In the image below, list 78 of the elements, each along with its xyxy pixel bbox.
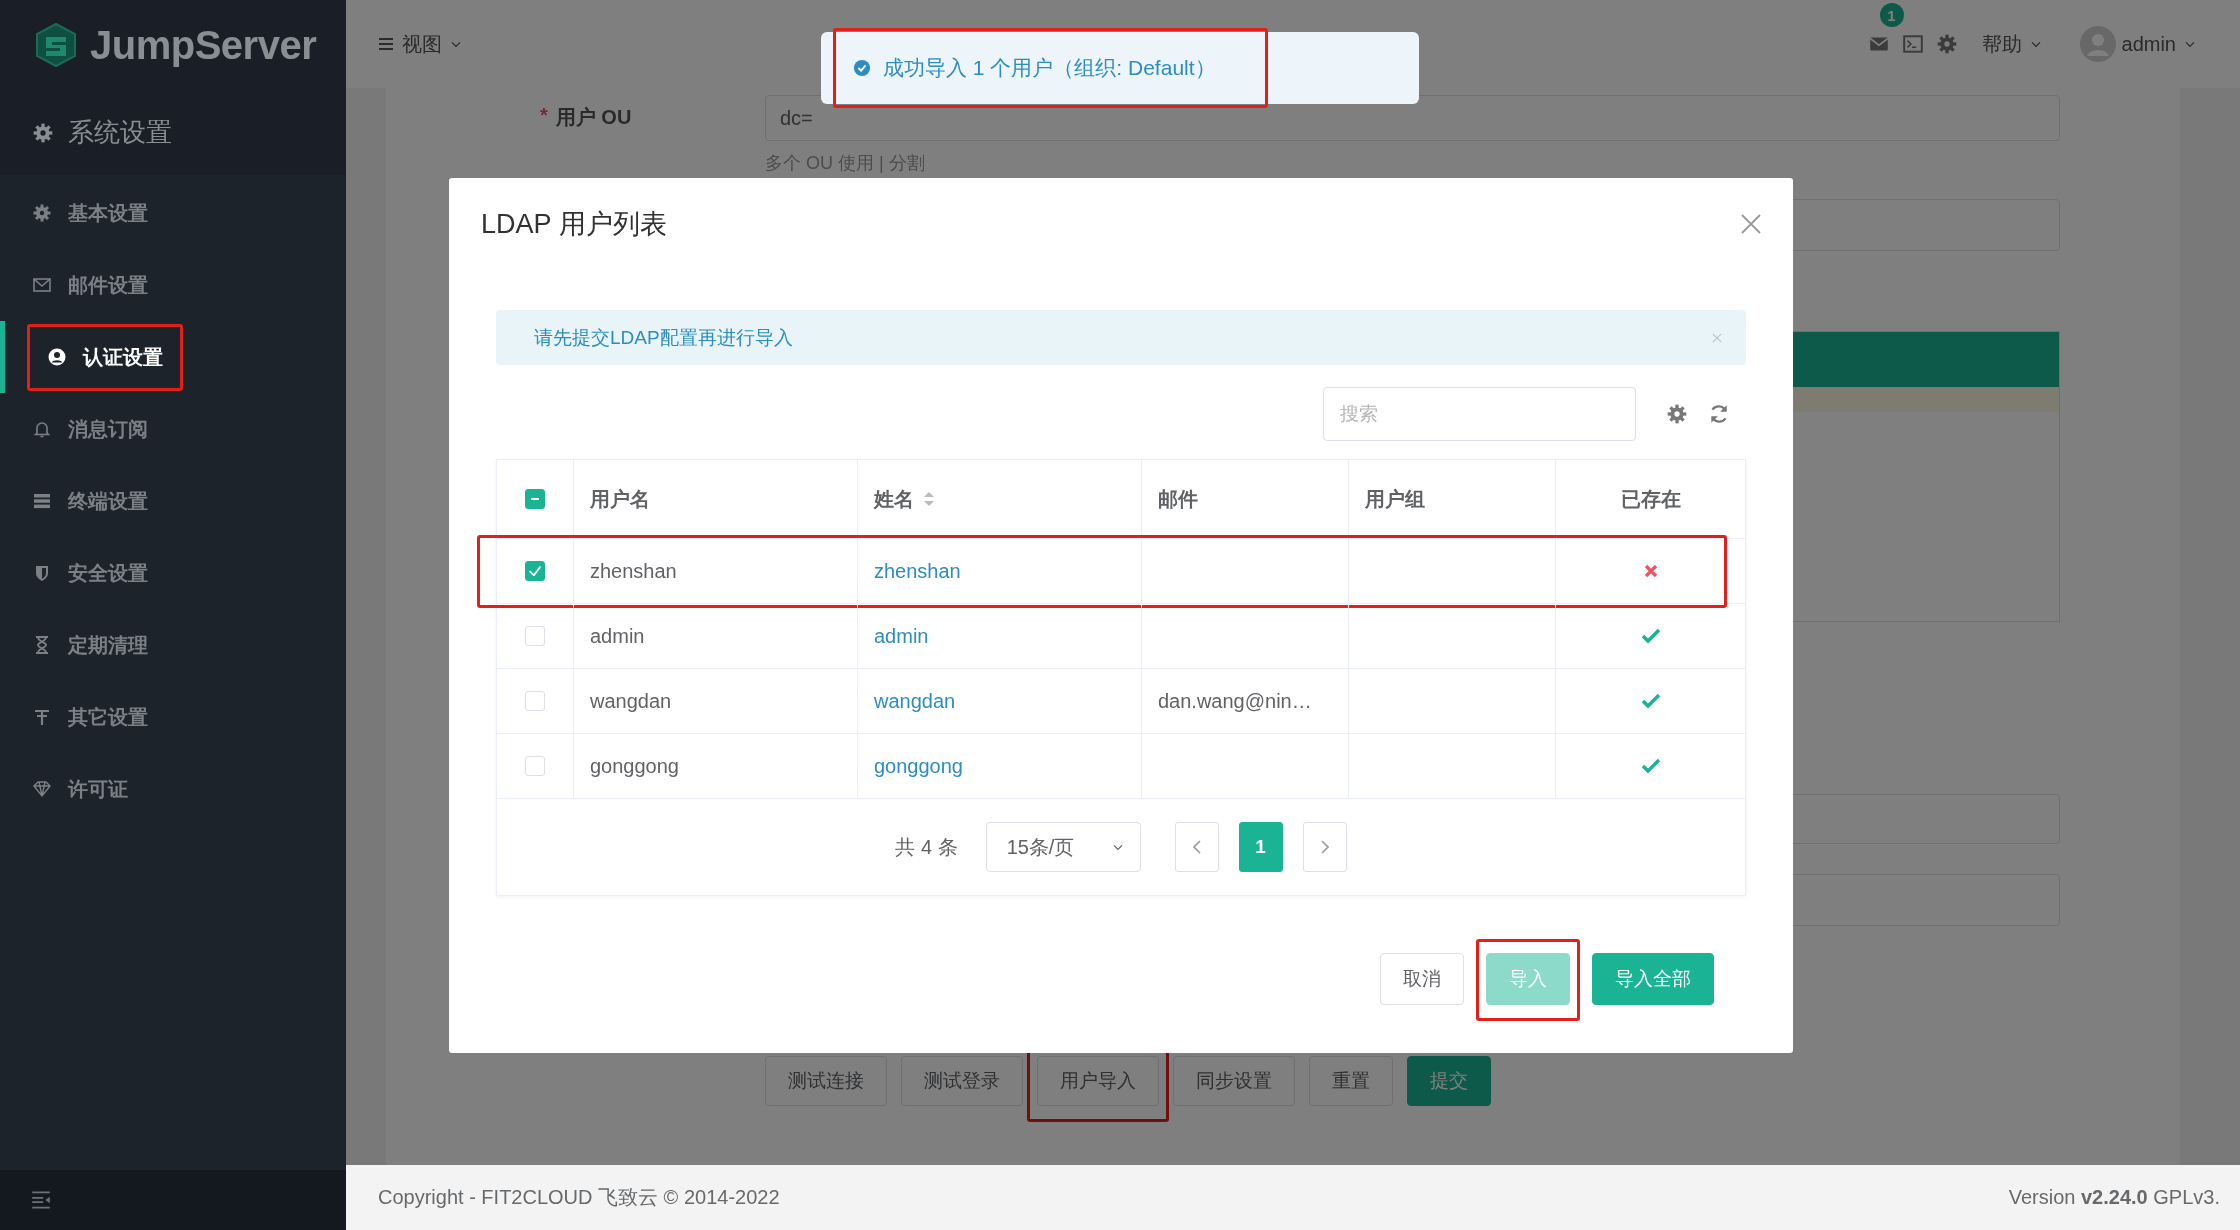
terminal-button[interactable] [1901,33,1924,55]
sidebar-item[interactable]: 其它设置 [0,681,346,753]
minus-icon [531,498,539,500]
name-link[interactable]: gonggong [874,754,963,778]
dialog-button[interactable]: 导入全部 [1592,953,1714,1005]
table-cell: wangdan [590,689,672,713]
close-button[interactable] [1739,212,1763,236]
close-icon [1739,212,1763,236]
table-cell: gonggong [590,754,679,778]
row-checkbox[interactable] [525,561,545,581]
column-header: 邮件 [1158,486,1198,512]
sidebar-item[interactable]: 终端设置 [0,465,346,537]
refresh-button[interactable] [1708,403,1730,425]
alert-text: 请先提交LDAP配置再进行导入 [534,325,793,350]
table-row[interactable]: gonggong gonggong [497,734,1745,799]
checkmark-icon [529,566,541,576]
chevron-left-icon [1192,840,1201,854]
terminal-icon [1901,33,1924,55]
gear-icon [1935,33,1958,55]
version-text: Version v2.24.0 GPLv3. [2008,1186,2220,1209]
previous-page-button[interactable] [1174,822,1219,872]
collapse-menu-button[interactable] [30,1189,52,1211]
form-button[interactable]: 重置 [1309,1056,1393,1106]
dialog-title: LDAP 用户列表 [481,208,667,241]
view-menu[interactable]: 视图 [376,30,464,58]
table-row[interactable]: zhenshan zhenshan [497,539,1745,604]
total-count: 共 4 条 [895,834,958,860]
sidebar-item[interactable]: 邮件设置 [0,249,346,321]
sidebar-item[interactable]: 安全设置 [0,537,346,609]
user-circle-icon [47,347,67,367]
copyright-text: Copyright - FIT2CLOUD 飞致云 © 2014-2022 [378,1185,780,1210]
table-cell: dan.wang@nin… [1158,689,1312,713]
page-button[interactable]: 1 [1238,822,1283,872]
column-header: 已存在 [1620,486,1681,512]
name-link[interactable]: wangdan [874,689,956,713]
select-all-checkbox[interactable] [525,489,545,509]
server-icon [32,491,52,511]
form-button[interactable]: 提交 [1407,1056,1491,1106]
bell-icon [32,419,52,439]
table-row[interactable]: admin admin [497,604,1745,669]
table-cell: admin [590,624,645,648]
search-field[interactable]: 搜索 [1323,387,1636,441]
table-cell: zhenshan [590,559,677,583]
table-row[interactable]: wangdan wangdan dan.wang@nin… [497,669,1745,734]
form-button[interactable]: 同步设置 [1173,1056,1295,1106]
next-page-button[interactable] [1302,822,1347,872]
column-header: 用户名 [590,486,650,512]
column-header: 用户组 [1365,486,1425,512]
sidebar-item[interactable]: 许可证 [0,753,346,825]
dialog-button[interactable]: 取消 [1380,953,1464,1005]
column-header[interactable]: 姓名 [874,485,936,513]
form-button[interactable]: 用户导入 [1037,1056,1159,1106]
form-button[interactable]: 测试登录 [901,1056,1023,1106]
refresh-icon [1708,403,1730,425]
user-menu[interactable]: admin [2067,26,2210,62]
settings-button[interactable] [1935,33,1958,55]
field-label: * 用户 OU [540,104,632,130]
name-link[interactable]: admin [874,624,929,648]
diamond-icon [32,779,52,799]
notification-badge: 1 [1879,3,1904,27]
sidebar-item[interactable]: 定期清理 [0,609,346,681]
gear-icon [32,121,54,144]
gear-icon [1666,403,1688,425]
page-size-select[interactable]: 15条/页 [985,822,1141,872]
sort-icon [922,492,936,506]
gear-icon [32,203,52,223]
form-button[interactable]: 测试连接 [765,1056,887,1106]
app-logo-text: JumpServer [90,22,317,68]
name-link[interactable]: zhenshan [874,559,961,583]
collapse-icon [30,1189,52,1211]
sidebar-item[interactable]: 基本设置 [0,177,346,249]
settings-button[interactable] [1666,403,1688,425]
chevron-right-icon [1320,840,1329,854]
help-menu[interactable]: 帮助 [1969,30,2056,58]
mail-icon [32,275,52,295]
sidebar-item[interactable]: 消息订阅 [0,393,346,465]
check-circle-icon [853,59,871,77]
sidebar-section-title: 系统设置 [68,116,172,149]
